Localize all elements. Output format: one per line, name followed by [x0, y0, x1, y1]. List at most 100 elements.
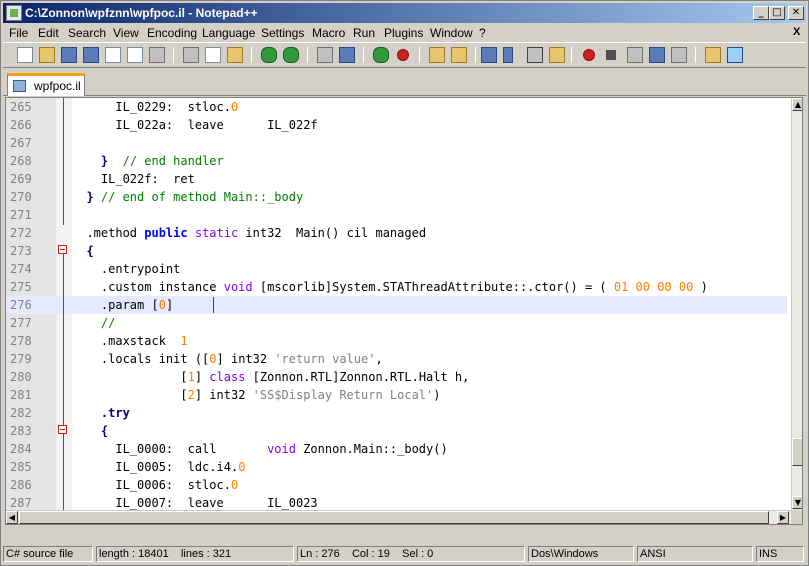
indent-guide-icon[interactable] [527, 47, 543, 63]
code-line[interactable]: 286 IL_0006: stloc.0 [6, 476, 787, 494]
horizontal-scroll-thumb[interactable] [19, 511, 769, 524]
code-line[interactable]: 268 } // end handler [6, 152, 787, 170]
replace-icon[interactable] [339, 47, 355, 63]
code-line[interactable]: 284 IL_0000: call void Zonnon.Main::_bod… [6, 440, 787, 458]
code-line[interactable]: 272 .method public static int32 Main() c… [6, 224, 787, 242]
code-token: static [194, 226, 239, 240]
code-line[interactable]: 273 { [6, 242, 787, 260]
sync-h-icon[interactable] [451, 47, 467, 63]
wrap-icon[interactable] [481, 47, 497, 63]
code-text: .method public static int32 Main() cil m… [72, 224, 426, 242]
code-token: ] [165, 298, 174, 312]
redo-icon[interactable] [283, 47, 299, 63]
code-token: void [267, 442, 296, 456]
scroll-right-button[interactable]: ▶ [777, 511, 789, 524]
code-line[interactable]: 271 [6, 206, 787, 224]
code-token: IL_0005: ldc.i4. [115, 460, 239, 474]
menu-encoding[interactable]: Encoding [147, 26, 197, 40]
save-icon[interactable] [61, 47, 77, 63]
cut-icon[interactable] [183, 47, 199, 63]
zoom-out-icon[interactable] [397, 49, 409, 61]
menu-edit[interactable]: Edit [38, 26, 59, 40]
code-token: 'SS$Display Return Local' [252, 388, 434, 402]
scroll-up-button[interactable]: ▲ [792, 98, 802, 111]
close-all-icon[interactable] [127, 47, 143, 63]
menu-language[interactable]: Language [202, 26, 255, 40]
code-line[interactable]: 278 .maxstack 1 [6, 332, 787, 350]
scroll-down-button[interactable]: ▼ [792, 496, 802, 509]
code-text: .entrypoint [72, 260, 180, 278]
line-number: 281 [10, 388, 32, 402]
zoom-in-icon[interactable] [373, 47, 389, 63]
code-text: { [72, 422, 108, 440]
code-line[interactable]: 277 // [6, 314, 787, 332]
line-number: 272 [10, 226, 32, 240]
code-line[interactable]: 281 [2] int32 'SS$Display Return Local') [6, 386, 787, 404]
find-icon[interactable] [317, 47, 333, 63]
record-macro-icon[interactable] [583, 49, 595, 61]
code-line[interactable]: 283 { [6, 422, 787, 440]
save-all-icon[interactable] [83, 47, 99, 63]
fold-collapse-icon[interactable] [58, 425, 67, 434]
code-token: .entrypoint [100, 262, 181, 276]
code-line[interactable]: 280 [1] class [Zonnon.RTL]Zonnon.RTL.Hal… [6, 368, 787, 386]
code-line[interactable]: 270 } // end of method Main::_body [6, 188, 787, 206]
code-line[interactable]: 279 .locals init ([0] int32 'return valu… [6, 350, 787, 368]
status-encoding: ANSI [637, 546, 753, 562]
code-line[interactable]: 266 IL_022a: leave IL_022f [6, 116, 787, 134]
play-multiple-icon[interactable] [649, 47, 665, 63]
horizontal-scrollbar[interactable]: ◀ ▶ [6, 510, 791, 524]
code-token: // end handler [122, 154, 224, 168]
code-token: ] int32 [194, 388, 253, 402]
menu-plugins[interactable]: Plugins [384, 26, 423, 40]
copy-icon[interactable] [205, 47, 221, 63]
code-line[interactable]: 269 IL_022f: ret [6, 170, 787, 188]
code-token: IL_0007: leave IL_0023 [115, 496, 318, 510]
menu-help[interactable]: ? [479, 26, 486, 40]
save-macro-icon[interactable] [671, 47, 687, 63]
code-line[interactable]: 285 IL_0005: ldc.i4.0 [6, 458, 787, 476]
menu-view[interactable]: View [113, 26, 139, 40]
sync-v-icon[interactable] [429, 47, 445, 63]
menu-search[interactable]: Search [68, 26, 106, 40]
scroll-left-button[interactable]: ◀ [6, 511, 18, 524]
menu-run[interactable]: Run [353, 26, 375, 40]
code-text: } // end of method Main::_body [72, 188, 303, 206]
menu-window[interactable]: Window [430, 26, 473, 40]
close-button[interactable]: ✕ [788, 6, 804, 20]
close-document-icon[interactable]: X [793, 26, 800, 38]
code-line[interactable]: 275 .custom instance void [mscorlib]Syst… [6, 278, 787, 296]
notepadpp-app-icon[interactable] [6, 5, 22, 21]
maximize-button[interactable]: □ [769, 6, 785, 20]
vertical-scrollbar[interactable]: ▲ ▼ [791, 98, 802, 510]
play-macro-icon[interactable] [627, 47, 643, 63]
paste-icon[interactable] [227, 47, 243, 63]
menu-macro[interactable]: Macro [312, 26, 345, 40]
new-icon[interactable] [17, 47, 33, 63]
close-icon[interactable] [105, 47, 121, 63]
current-code-line[interactable]: 276 .param [0] [6, 296, 787, 314]
fold-line [63, 254, 64, 429]
user-lang-icon[interactable] [549, 47, 565, 63]
print-icon[interactable] [149, 47, 165, 63]
minimize-button[interactable]: _ [753, 6, 769, 20]
open-folder-icon[interactable] [705, 47, 721, 63]
line-number: 280 [10, 370, 32, 384]
spellcheck-icon[interactable] [727, 47, 743, 63]
code-line[interactable]: 274 .entrypoint [6, 260, 787, 278]
code-line[interactable]: 267 [6, 134, 787, 152]
show-all-chars-icon[interactable] [503, 47, 513, 63]
code-line[interactable]: 282 .try [6, 404, 787, 422]
menu-settings[interactable]: Settings [261, 26, 304, 40]
title-bar[interactable]: C:\Zonnon\wpfznn\wpfpoc.il - Notepad++ _… [3, 3, 806, 23]
code-line[interactable]: 265 IL_0229: stloc.0 [6, 98, 787, 116]
open-icon[interactable] [39, 47, 55, 63]
tab-wpfpoc-il[interactable]: wpfpoc.il [7, 73, 85, 96]
toolbar-separator [571, 47, 572, 63]
menu-file[interactable]: File [9, 26, 28, 40]
undo-icon[interactable] [261, 47, 277, 63]
stop-record-icon[interactable] [606, 50, 616, 60]
vertical-scroll-thumb[interactable] [792, 438, 802, 466]
code-editor[interactable]: 265 IL_0229: stloc.0 266 IL_022a: leave I… [5, 97, 803, 525]
fold-collapse-icon[interactable] [58, 245, 67, 254]
